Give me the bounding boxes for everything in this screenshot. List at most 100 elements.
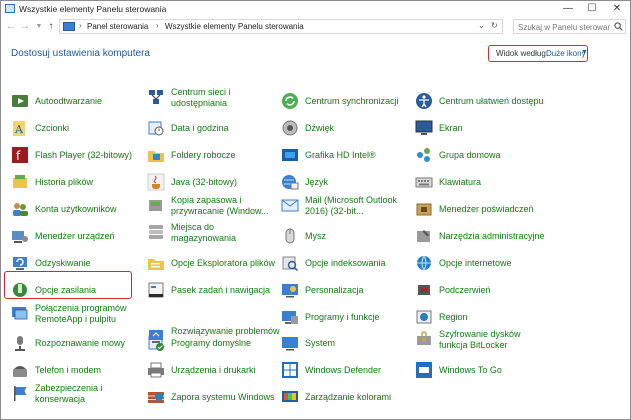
close-button[interactable]: ✕	[606, 1, 628, 17]
cp-item-label: Centrum ułatwień dostępu	[439, 96, 544, 106]
cp-item-label: Region	[439, 312, 468, 322]
control-panel-window: Wszystkie elementy Panelu sterowania — ☐…	[0, 0, 631, 420]
cp-item-sync-center[interactable]: Centrum synchronizacji	[281, 89, 411, 119]
view-by-dropdown[interactable]: Duże ikony	[546, 49, 586, 58]
cp-item-ease-of-access[interactable]: Centrum ułatwień dostępu	[415, 89, 545, 119]
cp-item-mail[interactable]: Mail (Microsoft Outlook 2016) (32-bit...	[281, 193, 411, 223]
cp-item-label: Czcionki	[35, 123, 70, 133]
refresh-icon[interactable]: ↻	[491, 21, 498, 30]
address-field[interactable]: › Panel sterowania › Wszystkie elementy …	[59, 19, 503, 34]
forward-arrow-icon[interactable]: →	[19, 20, 31, 33]
cp-item-label: Historia plików	[35, 177, 94, 187]
cp-item-speech[interactable]: Rozpoznawanie mowy	[11, 331, 136, 361]
cp-item-label: Flash Player (32-bitowy)	[35, 150, 133, 160]
cp-item-backup[interactable]: Kopia zapasowa i przywracanie (Window...	[147, 193, 277, 223]
color-management-icon	[282, 391, 298, 402]
java-icon	[147, 173, 165, 191]
cp-item-label: Personalizacja	[305, 285, 364, 295]
breadcrumb-control-panel[interactable]: Panel sterowania	[87, 22, 148, 31]
cp-item-label: Data i godzina	[171, 123, 229, 133]
cp-item-remoteapp[interactable]: Połączenia programów RemoteApp i pulpitu	[11, 301, 136, 331]
cp-item-autoplay[interactable]: Autoodtwarzanie	[11, 89, 136, 119]
cp-item-personalization[interactable]: Personalizacja	[281, 278, 411, 308]
cp-item-label: Autoodtwarzanie	[35, 96, 103, 106]
breadcrumb-all-items[interactable]: Wszystkie elementy Panelu sterowania	[165, 22, 304, 31]
credential-icon	[416, 203, 432, 216]
cp-item-flash[interactable]: f Flash Player (32-bitowy)	[11, 143, 136, 173]
chevron-down-icon[interactable]: ▼	[581, 49, 588, 56]
internet-options-icon	[417, 255, 431, 272]
cp-item-mouse[interactable]: Mysz	[281, 224, 411, 254]
cp-item-windows-to-go[interactable]: Windows To Go	[415, 358, 545, 388]
keyboard-icon	[415, 177, 433, 188]
cp-item-label: Urządzenia i drukarki	[171, 365, 256, 375]
cp-item-credential-manager[interactable]: Menedżer poświadczeń	[415, 197, 545, 227]
cp-item-storage[interactable]: Miejsca do magazynowania	[147, 220, 277, 250]
cp-item-keyboard[interactable]: Klawiatura	[415, 170, 545, 200]
cp-item-indexing[interactable]: Opcje indeksowania	[281, 251, 411, 281]
cp-item-homegroup[interactable]: Grupa domowa	[415, 143, 545, 173]
cp-item-troubleshoot[interactable]: Rozwiązywanie problemów	[147, 324, 280, 354]
taskbar-icon	[148, 282, 164, 298]
search-input[interactable]	[518, 22, 610, 32]
cp-item-admin-tools[interactable]: Narzędzia administracyjne	[415, 224, 545, 254]
cp-item-label: System	[305, 338, 336, 348]
mouse-icon	[285, 228, 295, 244]
user-accounts-icon	[13, 203, 28, 216]
cp-item-sound[interactable]: Dźwięk	[281, 116, 411, 146]
autoplay-icon	[12, 95, 28, 107]
security-flag-icon	[14, 386, 27, 401]
cp-item-device-manager[interactable]: Menedżer urządzeń	[11, 224, 136, 254]
cp-item-network[interactable]: Centrum sieci i udostępniania	[147, 85, 277, 115]
explorer-options-icon	[148, 259, 164, 270]
cp-item-explorer-options[interactable]: Opcje Eksploratora plików	[147, 251, 277, 281]
cp-item-label: Opcje Eksploratora plików	[171, 258, 276, 268]
scrollbar[interactable]	[622, 37, 630, 419]
cp-item-defender[interactable]: Windows Defender	[281, 358, 411, 388]
search-box[interactable]	[513, 19, 626, 34]
cp-item-user-accounts[interactable]: Konta użytkowników	[11, 197, 136, 227]
view-by-control[interactable]: Widok według: Duże ikony ▼	[488, 45, 588, 62]
ease-of-access-icon	[416, 93, 432, 109]
cp-item-internet-options[interactable]: Opcje internetowe	[415, 251, 545, 281]
cp-item-date-time[interactable]: Data i godzina	[147, 116, 277, 146]
cp-item-label: Grupa domowa	[439, 150, 501, 160]
cp-item-taskbar[interactable]: Pasek zadań i nawigacja	[147, 278, 277, 308]
programs-icon	[282, 311, 298, 324]
bitlocker-icon	[417, 331, 431, 345]
cp-item-infrared[interactable]: Podczerwień	[415, 278, 545, 308]
cp-item-display[interactable]: Ekran	[415, 116, 545, 146]
address-dropdown-icon[interactable]: ⌄	[478, 21, 485, 30]
cp-item-file-history[interactable]: Historia plików	[11, 170, 136, 200]
back-arrow-icon[interactable]: ←	[5, 20, 17, 33]
cp-item-devices-printers[interactable]: Urządzenia i drukarki	[147, 358, 277, 388]
cp-item-system[interactable]: System	[281, 331, 411, 361]
up-arrow-icon[interactable]: ↑	[45, 20, 57, 33]
cp-item-label: Grafika HD Intel®	[305, 150, 376, 160]
recent-chevron-icon[interactable]: ▼	[33, 20, 45, 33]
cp-item-bitlocker[interactable]: Szyfrowanie dysków funkcja BitLocker	[415, 327, 545, 357]
sound-icon	[282, 120, 298, 136]
cp-item-label: Centrum synchronizacji	[305, 96, 399, 106]
maximize-button[interactable]: ☐	[581, 1, 603, 17]
cp-item-firewall[interactable]: Zapora systemu Windows	[147, 385, 277, 415]
breadcrumb-separator-icon[interactable]: ›	[156, 21, 159, 30]
cp-item-fonts[interactable]: A Czcionki	[11, 116, 136, 146]
cp-item-label: Narzędzia administracyjne	[439, 231, 545, 241]
intel-graphics-icon	[282, 149, 298, 161]
window-title: Wszystkie elementy Panelu sterowania	[19, 4, 167, 14]
file-history-icon	[13, 175, 27, 188]
cp-item-label: Język	[305, 177, 329, 187]
minimize-button[interactable]: —	[557, 1, 579, 17]
device-manager-icon	[12, 231, 28, 243]
cp-item-label: Zabezpieczenia i konserwacja	[35, 383, 103, 404]
backup-icon	[149, 200, 162, 211]
cp-item-intel-graphics[interactable]: Grafika HD Intel®	[281, 143, 411, 173]
breadcrumb-separator-icon[interactable]: ›	[79, 21, 82, 30]
cp-item-security[interactable]: Zabezpieczenia i konserwacja	[11, 381, 136, 411]
cp-item-label: Windows Defender	[305, 365, 382, 375]
cp-item-color-management[interactable]: Zarządzanie kolorami	[281, 385, 411, 415]
search-icon[interactable]	[614, 22, 623, 31]
cp-item-work-folders[interactable]: Foldery robocze	[147, 143, 277, 173]
cp-item-label: Mysz	[305, 231, 326, 241]
